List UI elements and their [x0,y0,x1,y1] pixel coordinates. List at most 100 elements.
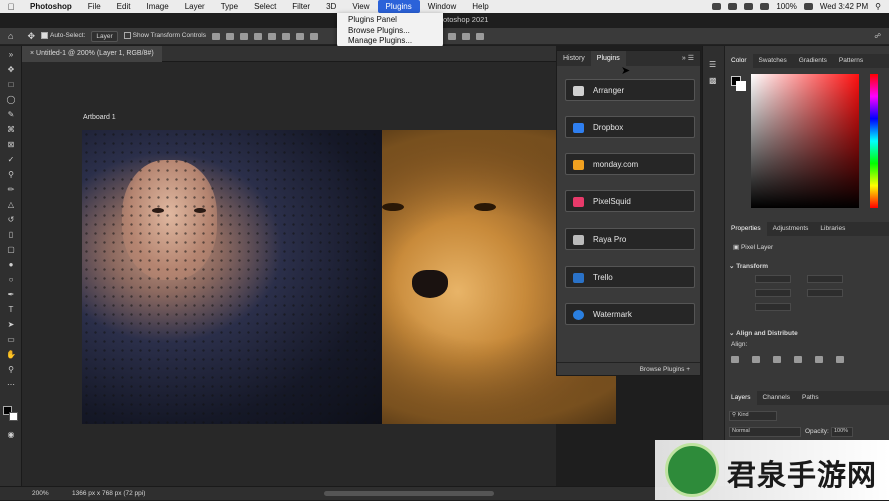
opacity-field[interactable]: 100% [831,427,853,437]
brush-tool-icon[interactable]: ✏ [5,185,17,194]
frame-tool-icon[interactable]: ⊠ [5,140,17,149]
auto-select-dropdown[interactable]: Layer [91,30,118,42]
more-tools-icon[interactable]: ⋯ [5,380,17,389]
history-panel-icon[interactable]: ☰ [709,60,716,69]
height-field[interactable] [755,289,791,297]
plugin-arranger[interactable]: Arranger [565,79,695,101]
marquee-tool-icon[interactable]: □ [5,80,17,89]
crop-tool-icon[interactable]: ⌘ [5,125,17,134]
browse-plugins-button[interactable]: Browse Plugins + [557,362,700,375]
hand-tool-icon[interactable]: ✋ [5,350,17,359]
tab-color[interactable]: Color [725,54,753,68]
move-tool-icon[interactable]: ✥ [5,65,17,74]
menu-window[interactable]: Window [420,0,464,13]
menu-plugins-panel[interactable]: Plugins Panel [337,15,443,26]
plugin-raya-pro[interactable]: Raya Pro [565,228,695,250]
quick-mask-icon[interactable]: ◉ [5,430,17,439]
tab-paths[interactable]: Paths [796,391,825,405]
align-left-icon[interactable] [212,32,221,40]
menu-file[interactable]: File [80,0,109,13]
dropbox-icon[interactable] [728,3,738,10]
menu-plugins[interactable]: Plugins [377,0,420,13]
quick-select-tool-icon[interactable]: ✎ [5,110,17,119]
menu-filter[interactable]: Filter [284,0,318,13]
healing-tool-icon[interactable]: ⚲ [5,170,17,179]
collapse-icon[interactable]: » [5,50,17,59]
tab-patterns[interactable]: Patterns [833,54,869,68]
bg-color-chip[interactable] [736,81,746,91]
plugin-watermark[interactable]: Watermark [565,303,695,325]
align-bottom-icon[interactable] [282,32,291,40]
plugins-panel-icon[interactable]: ▩ [709,76,717,85]
zoom-level[interactable]: 200% [32,487,49,501]
share-icon[interactable]: ☍ [874,32,881,40]
plugin-dropbox[interactable]: Dropbox [565,116,695,138]
plugin-trello[interactable]: Trello [565,266,695,288]
horizontal-scrollbar[interactable] [324,491,494,496]
eyedropper-tool-icon[interactable]: ✓ [5,155,17,164]
artboard-image[interactable] [82,130,616,424]
blend-mode-dropdown[interactable]: Normal [729,427,801,437]
tab-history[interactable]: History [557,51,591,66]
tab-libraries[interactable]: Libraries [814,222,851,236]
tab-gradients[interactable]: Gradients [793,54,833,68]
menu-select[interactable]: Select [246,0,284,13]
plugin-pixelsquid[interactable]: PixelSquid [565,190,695,212]
transform-section[interactable]: ⌄ Transform [729,262,768,270]
gradient-tool-icon[interactable]: ▢ [5,245,17,254]
menu-help[interactable]: Help [464,0,496,13]
align-v-centers-icon[interactable] [815,356,823,363]
menu-layer[interactable]: Layer [177,0,213,13]
path-select-icon[interactable]: ➤ [5,320,17,329]
home-icon[interactable]: ⌂ [8,31,13,41]
eraser-tool-icon[interactable]: ▯ [5,230,17,239]
pen-tool-icon[interactable]: ✒ [5,290,17,299]
more-options-icon[interactable] [310,32,319,40]
type-tool-icon[interactable]: T [5,305,17,314]
tab-properties[interactable]: Properties [725,222,767,236]
align-left-edges-icon[interactable] [731,356,739,363]
wifi-icon[interactable] [760,3,770,10]
menu-3d[interactable]: 3D [318,0,344,13]
3d-slide-icon[interactable] [476,32,485,40]
stamp-tool-icon[interactable]: △ [5,200,17,209]
layer-kind-filter[interactable]: ⚲ Kind [729,411,777,421]
menu-image[interactable]: Image [138,0,176,13]
shape-tool-icon[interactable]: ▭ [5,335,17,344]
align-h-centers-icon[interactable] [752,356,760,363]
airplay-icon[interactable] [744,3,754,10]
menu-manage-plugins[interactable]: Manage Plugins... [337,36,443,47]
distribute-icon[interactable] [296,32,305,40]
tab-swatches[interactable]: Swatches [753,54,793,68]
align-section[interactable]: ⌄ Align and Distribute [729,329,798,337]
align-top-edges-icon[interactable] [794,356,802,363]
background-color-swatch[interactable] [9,412,18,421]
width-field[interactable] [755,275,791,283]
creative-cloud-icon[interactable] [712,3,722,10]
align-bottom-edges-icon[interactable] [836,356,844,363]
color-picker-field[interactable] [751,74,859,208]
menu-type[interactable]: Type [213,0,246,13]
dodge-tool-icon[interactable]: ○ [5,275,17,284]
3d-roll-icon[interactable] [448,32,457,40]
auto-select-checkbox[interactable]: Auto-Select: [40,32,85,40]
hue-slider[interactable] [870,74,878,208]
menu-edit[interactable]: Edit [109,0,139,13]
lasso-tool-icon[interactable]: ◯ [5,95,17,104]
align-top-icon[interactable] [254,32,263,40]
tab-adjustments[interactable]: Adjustments [767,222,815,236]
align-right-edges-icon[interactable] [773,356,781,363]
panel-menu-icon[interactable]: » ☰ [676,51,700,66]
angle-field[interactable] [755,303,791,311]
blur-tool-icon[interactable]: ● [5,260,17,269]
app-menu[interactable]: Photoshop [22,0,80,13]
align-center-icon[interactable] [226,32,235,40]
show-transform-checkbox[interactable]: Show Transform Controls [123,32,206,40]
move-tool-icon[interactable]: ✥ [27,31,35,42]
document-tab[interactable]: × Untitled-1 @ 200% (Layer 1, RGB/8#) [22,46,162,62]
align-middle-icon[interactable] [268,32,277,40]
y-field[interactable] [807,289,843,297]
3d-pan-icon[interactable] [462,32,471,40]
align-right-icon[interactable] [240,32,249,40]
tab-layers[interactable]: Layers [725,391,757,405]
